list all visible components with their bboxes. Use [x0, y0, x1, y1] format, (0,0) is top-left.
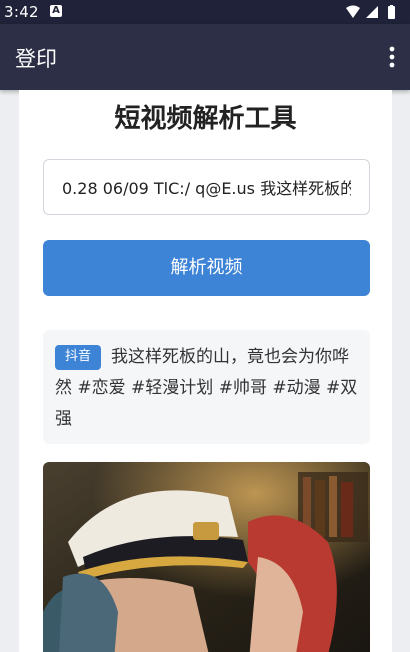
video-info: 抖音 我这样死板的山，竟也会为你哗然 #恋爱 #轻漫计划 #帅哥 #动漫 #双强: [43, 330, 370, 444]
wifi-icon: [346, 5, 360, 18]
status-time: 3:42: [4, 3, 39, 21]
app-title: 登印: [15, 47, 57, 71]
parse-video-button[interactable]: 解析视频: [43, 240, 370, 296]
status-bar: 3:42 A: [0, 0, 410, 24]
share-link-input[interactable]: [43, 159, 370, 215]
video-cover-image[interactable]: [43, 462, 370, 652]
notification-icon: A: [50, 5, 62, 17]
platform-badge: 抖音: [55, 345, 102, 370]
signal-icon: [366, 6, 378, 18]
page-title: 短视频解析工具: [114, 104, 297, 134]
app-bar: 登印: [0, 24, 410, 90]
more-vert-icon[interactable]: [384, 46, 400, 68]
main-card: 短视频解析工具 解析视频 抖音我这样死板的山，竟也会为你哗然 #恋爱 #轻漫计划…: [19, 90, 392, 652]
status-icons: [346, 5, 395, 19]
battery-icon: [388, 5, 395, 19]
